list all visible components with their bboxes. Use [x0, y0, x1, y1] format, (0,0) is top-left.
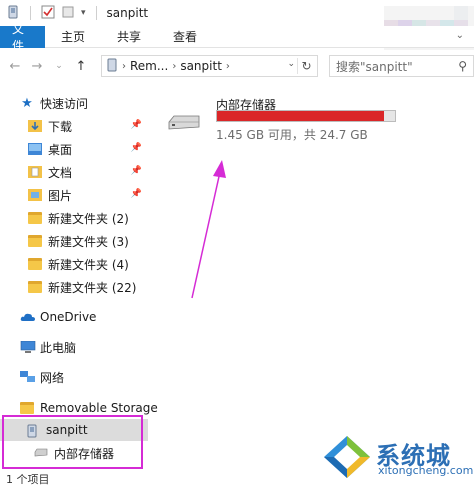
nav-item-downloads[interactable]: 下载 📌	[0, 115, 148, 137]
chevron-right-icon: ›	[122, 60, 126, 72]
highlight-box	[2, 415, 143, 469]
nav-quick-access[interactable]: ★ 快速访问	[0, 92, 148, 114]
nav-network[interactable]: 网络	[0, 366, 148, 388]
recent-locations-icon[interactable]: ⌄	[48, 55, 70, 77]
refresh-icon[interactable]: ↻	[297, 58, 315, 74]
tab-home[interactable]: 主页	[45, 26, 101, 48]
search-icon: ⚲	[458, 59, 467, 73]
pin-icon[interactable]: 📌	[131, 143, 142, 153]
address-dropdown-icon[interactable]: ⌄	[287, 59, 295, 69]
chevron-right-icon: ›	[172, 60, 177, 72]
nav-item-documents[interactable]: 文档 📌	[0, 161, 148, 183]
window-title: sanpitt	[106, 6, 149, 20]
nav-label: 下载	[48, 119, 73, 134]
watermark: 系统城 xitongcheng.com	[322, 434, 474, 480]
nav-label: 新建文件夹 (3)	[48, 234, 129, 249]
pictures-folder-icon	[28, 189, 42, 201]
ribbon-tabs: 文件 主页 共享 查看 ⌄	[0, 22, 474, 53]
nav-item-pictures[interactable]: 图片 📌	[0, 184, 148, 206]
nav-onedrive[interactable]: OneDrive	[0, 306, 148, 328]
folder-icon	[20, 402, 34, 414]
nav-item-folder-2[interactable]: 新建文件夹 (2)	[0, 207, 148, 229]
watermark-url: xitongcheng.com	[378, 464, 474, 477]
chevron-right-icon: ›	[225, 60, 230, 72]
desktop-folder-icon	[28, 143, 42, 155]
documents-folder-icon	[28, 166, 42, 178]
search-input[interactable]: 搜索"sanpitt" ⚲	[329, 55, 474, 77]
nav-label: 新建文件夹 (4)	[48, 257, 129, 272]
hard-drive-icon	[168, 114, 200, 132]
nav-label: 新建文件夹 (2)	[48, 211, 129, 226]
nav-item-folder-3[interactable]: 新建文件夹 (3)	[0, 230, 148, 252]
nav-label: 桌面	[48, 142, 73, 157]
pin-icon[interactable]: 📌	[131, 189, 142, 199]
network-icon	[20, 371, 35, 383]
drive-usage-fill	[217, 111, 385, 121]
star-icon: ★	[21, 95, 33, 111]
nav-label: 图片	[48, 188, 73, 203]
up-arrow-icon[interactable]: ↑	[70, 55, 92, 77]
new-folder-icon[interactable]	[61, 5, 75, 22]
folder-icon	[28, 212, 42, 224]
toolbar-divider	[95, 6, 97, 20]
download-folder-icon	[28, 120, 42, 132]
nav-item-folder-22[interactable]: 新建文件夹 (22)	[0, 276, 148, 298]
forward-arrow-icon[interactable]: →	[26, 55, 48, 77]
nav-item-desktop[interactable]: 桌面 📌	[0, 138, 148, 160]
watermark-logo-icon	[324, 436, 370, 478]
device-icon	[106, 58, 118, 75]
folder-icon	[28, 235, 42, 247]
nav-label: OneDrive	[40, 310, 97, 324]
item-count: 1 个项目	[6, 473, 50, 486]
address-bar[interactable]: › Rem... › sanpitt › ⌄ ↻	[101, 55, 318, 77]
nav-label: 新建文件夹 (22)	[48, 280, 137, 295]
nav-label: 文档	[48, 165, 73, 180]
search-placeholder: 搜索"sanpitt"	[336, 59, 413, 74]
pin-icon[interactable]: 📌	[131, 120, 142, 130]
nav-label: 网络	[40, 370, 65, 385]
drive-space-info: 1.45 GB 可用，共 24.7 GB	[216, 128, 368, 142]
nav-label: 此电脑	[40, 340, 77, 355]
folder-icon	[28, 281, 42, 293]
drive-usage-bar	[216, 110, 396, 122]
customize-toolbar-icon[interactable]: ▾	[81, 8, 86, 18]
breadcrumb-sanpitt[interactable]: sanpitt	[180, 59, 222, 73]
toolbar-divider	[30, 6, 31, 20]
cloud-icon	[20, 311, 35, 323]
folder-icon	[28, 258, 42, 270]
address-row: ← → ⌄ ↑ › Rem... › sanpitt › ⌄ ↻ 搜索"sanp…	[0, 52, 474, 80]
pin-icon[interactable]: 📌	[131, 166, 142, 176]
nav-label: 快速访问	[40, 96, 89, 111]
tab-view[interactable]: 查看	[157, 26, 213, 48]
tab-share[interactable]: 共享	[101, 26, 157, 48]
tab-file[interactable]: 文件	[0, 22, 45, 53]
navigation-pane: ★ 快速访问 下载 📌 桌面 📌 文档 📌 图片 📌 新建文件夹 (2) 新建文…	[0, 86, 158, 470]
computer-icon	[20, 340, 36, 353]
nav-this-pc[interactable]: 此电脑	[0, 336, 148, 358]
back-arrow-icon[interactable]: ←	[4, 55, 26, 77]
expand-ribbon-icon[interactable]: ⌄	[456, 30, 464, 41]
properties-icon[interactable]	[41, 5, 55, 22]
nav-label: Removable Storage	[40, 401, 158, 415]
nav-item-folder-4[interactable]: 新建文件夹 (4)	[0, 253, 148, 275]
breadcrumb-removable[interactable]: Rem...	[130, 59, 168, 73]
drive-tile-internal-storage[interactable]: 内部存储器 1.45 GB 可用，共 24.7 GB	[164, 96, 404, 146]
